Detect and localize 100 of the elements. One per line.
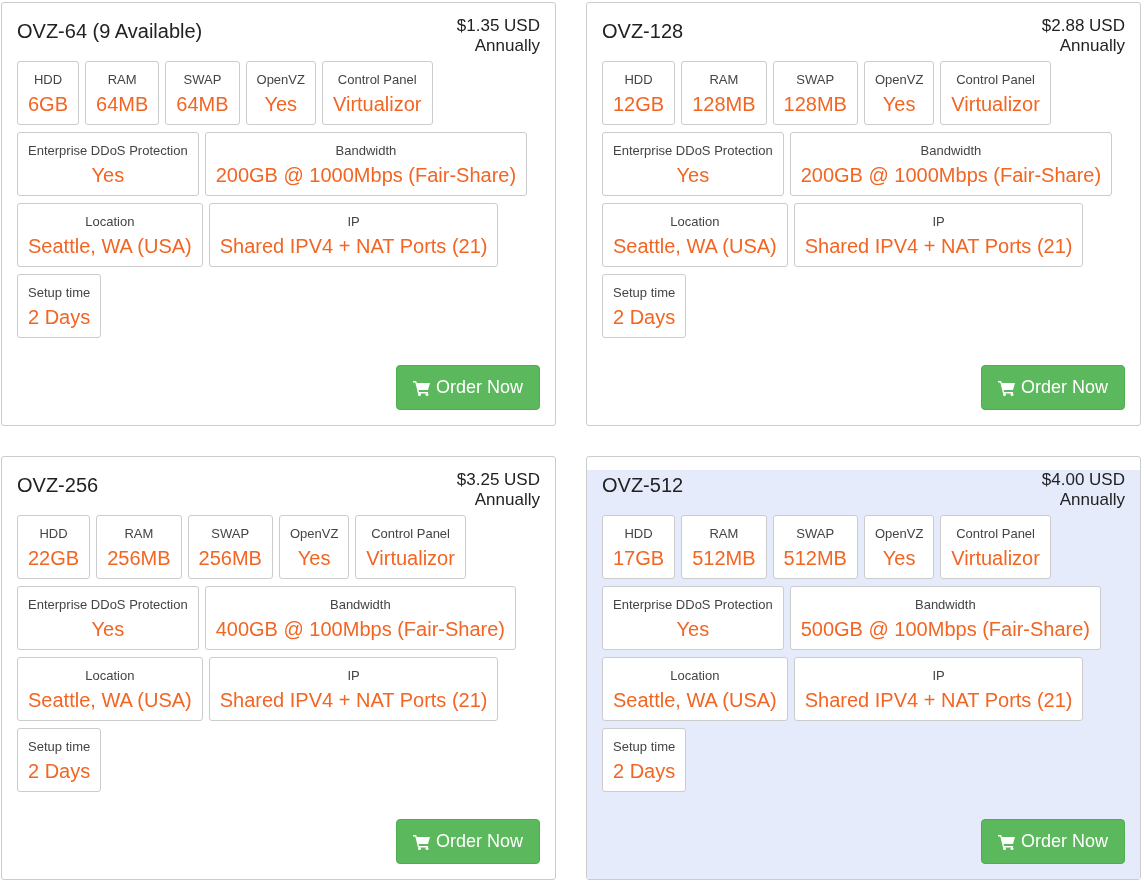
spec-value: 500GB @ 100Mbps (Fair-Share) — [800, 618, 1090, 641]
spec-value: Seattle, WA (USA) — [28, 235, 192, 258]
spec-label: Bandwidth — [329, 597, 392, 612]
spec-label: Setup time — [613, 285, 676, 300]
spec-value: Yes — [675, 618, 711, 641]
plan-title: OVZ-256 — [17, 474, 99, 497]
spec-label: OpenVZ — [256, 72, 305, 87]
spec-value: 512MB — [783, 547, 847, 570]
plan-price: $2.88 USD — [1041, 16, 1125, 36]
spec-value: 200GB @ 1000Mbps (Fair-Share) — [800, 164, 1102, 187]
spec-label: Setup time — [613, 739, 676, 754]
spec-label: Bandwidth — [914, 597, 977, 612]
cart-icon — [997, 379, 1016, 396]
spec-label: RAM — [708, 526, 740, 541]
plan-title: OVZ-128 — [602, 20, 684, 43]
spec-value: Shared IPV4 + NAT Ports (21) — [219, 235, 488, 258]
spec-label: SWAP — [795, 526, 836, 541]
cart-icon — [412, 833, 431, 850]
spec-label: Bandwidth — [334, 143, 398, 158]
spec-label: Setup time — [28, 739, 91, 754]
spec-value: Yes — [90, 618, 126, 641]
spec-label: RAM — [708, 72, 740, 87]
spec-label: SWAP — [210, 526, 251, 541]
spec-value: Virtualizor — [366, 547, 455, 570]
spec-label: OpenVZ — [289, 526, 339, 541]
spec-value: Seattle, WA (USA) — [28, 689, 192, 712]
spec-value: 2 Days — [613, 306, 676, 329]
spec-value: 17GB — [613, 547, 665, 570]
spec-value: Shared IPV4 + NAT Ports (21) — [804, 689, 1073, 712]
spec-label: Enterprise DDoS Protection — [28, 143, 188, 158]
spec-label: HDD — [623, 72, 654, 87]
spec-value: Virtualizor — [951, 547, 1040, 570]
spec-value: Virtualizor — [951, 93, 1040, 116]
spec-value: Shared IPV4 + NAT Ports (21) — [219, 689, 488, 712]
plan-price: $1.35 USD — [456, 16, 540, 36]
spec-label: IP — [931, 668, 946, 683]
order-button[interactable]: Order Now — [980, 365, 1125, 410]
spec-value: 128MB — [692, 93, 756, 116]
spec-value: Seattle, WA (USA) — [613, 689, 777, 712]
spec-label: Enterprise DDoS Protection — [28, 597, 188, 612]
spec-label: Enterprise DDoS Protection — [613, 597, 773, 612]
spec-value: Seattle, WA (USA) — [613, 235, 777, 258]
spec-value: 64MB — [176, 93, 229, 116]
billing-period: Annually — [1058, 490, 1125, 510]
spec-label: OpenVZ — [874, 72, 924, 87]
spec-value: Shared IPV4 + NAT Ports (21) — [804, 235, 1073, 258]
spec-label: Bandwidth — [919, 143, 983, 158]
spec-value: Yes — [296, 547, 332, 570]
spec-label: Control Panel — [955, 526, 1036, 541]
plan-title: OVZ-512 — [602, 474, 684, 497]
order-button[interactable]: Order Now — [980, 819, 1125, 864]
billing-period: Annually — [473, 490, 540, 510]
spec-label: Control Panel — [955, 72, 1036, 87]
spec-value: 256MB — [107, 547, 171, 570]
spec-value: 6GB — [28, 93, 69, 116]
spec-value: Yes — [881, 547, 917, 570]
spec-value: 200GB @ 1000Mbps (Fair-Share) — [215, 164, 517, 187]
spec-label: Enterprise DDoS Protection — [613, 143, 773, 158]
cart-icon — [997, 833, 1016, 850]
spec-label: Setup time — [28, 285, 91, 300]
spec-value: 400GB @ 100Mbps (Fair-Share) — [215, 618, 505, 641]
spec-label: HDD — [32, 72, 64, 87]
spec-label: IP — [346, 214, 361, 229]
spec-label: SWAP — [182, 72, 223, 87]
billing-period: Annually — [473, 36, 540, 56]
cart-icon — [412, 379, 431, 396]
plan-title: OVZ-64 (9 Available) — [17, 20, 203, 43]
spec-label: HDD — [623, 526, 654, 541]
spec-value: 512MB — [692, 547, 756, 570]
plan-price: $3.25 USD — [456, 470, 540, 490]
spec-label: IP — [346, 668, 361, 683]
spec-label: RAM — [123, 526, 155, 541]
order-button[interactable]: Order Now — [395, 819, 540, 864]
spec-label: HDD — [38, 526, 69, 541]
spec-label: Location — [669, 668, 721, 683]
spec-value: 256MB — [198, 547, 262, 570]
order-button[interactable]: Order Now — [395, 365, 540, 410]
spec-value: Yes — [263, 93, 299, 116]
spec-value: 2 Days — [28, 760, 91, 783]
spec-label: RAM — [106, 72, 138, 87]
spec-label: Location — [84, 214, 136, 229]
spec-value: 22GB — [28, 547, 80, 570]
spec-label: Control Panel — [370, 526, 451, 541]
spec-value: Virtualizor — [332, 93, 422, 116]
spec-value: 128MB — [783, 93, 847, 116]
spec-label: OpenVZ — [874, 526, 924, 541]
spec-label: Control Panel — [336, 72, 418, 87]
spec-value: 2 Days — [28, 306, 91, 329]
spec-label: Location — [669, 214, 721, 229]
spec-label: SWAP — [795, 72, 836, 87]
spec-value: 12GB — [613, 93, 665, 116]
billing-period: Annually — [1058, 36, 1125, 56]
spec-value: 64MB — [96, 93, 149, 116]
spec-value: Yes — [881, 93, 917, 116]
spec-label: Location — [84, 668, 136, 683]
spec-value: Yes — [90, 164, 126, 187]
spec-label: IP — [931, 214, 946, 229]
spec-value: Yes — [675, 164, 711, 187]
spec-value: 2 Days — [613, 760, 676, 783]
plan-price: $4.00 USD — [1041, 470, 1125, 490]
